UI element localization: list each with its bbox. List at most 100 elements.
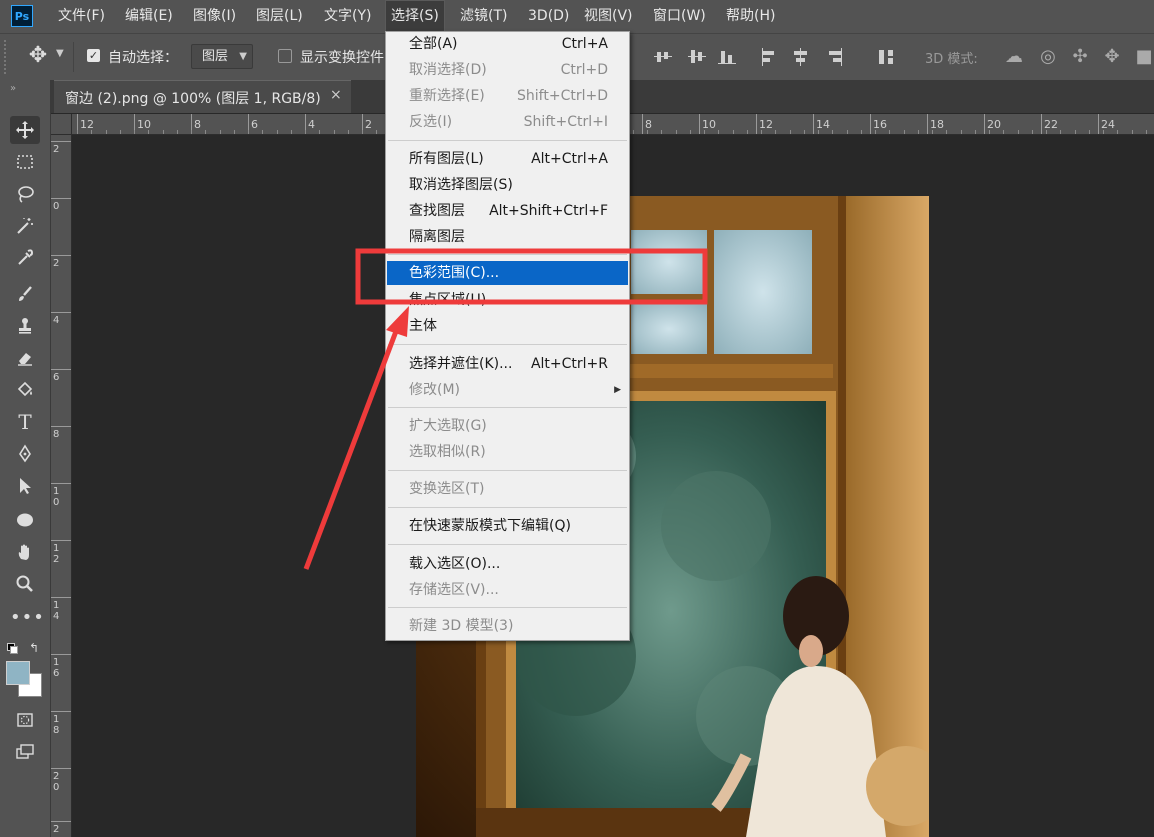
- ruler-minor-tick: [704, 130, 705, 134]
- clone-stamp-tool-icon[interactable]: [10, 312, 40, 340]
- menu-item-modify[interactable]: 修改(M) ▶: [387, 378, 628, 402]
- chevron-down-icon[interactable]: ▼: [56, 48, 64, 59]
- distribute-icon[interactable]: [876, 46, 898, 68]
- magic-wand-tool-icon[interactable]: [10, 212, 40, 240]
- move-tool-preset-icon[interactable]: ✥: [26, 44, 50, 68]
- menu-file[interactable]: 文件(F): [52, 0, 111, 33]
- ruler-minor-tick: [134, 130, 135, 134]
- marquee-tool-icon[interactable]: [10, 148, 40, 176]
- menu-item-grow[interactable]: 扩大选取(G): [387, 414, 628, 438]
- menu-view[interactable]: 视图(V): [578, 0, 639, 33]
- default-colors-icon[interactable]: [7, 643, 18, 654]
- vertical-ruler[interactable]: 2 0 2 4 6 8 10 12 14 16 18 20 2: [51, 135, 72, 837]
- ruler-minor-tick: [790, 130, 791, 134]
- menu-item-similar[interactable]: 选取相似(R): [387, 440, 628, 464]
- auto-select-checkbox[interactable]: ✓: [87, 49, 100, 62]
- menu-item-deselect[interactable]: 取消选择(D) Ctrl+D: [387, 58, 628, 82]
- tools-panel: » T ••• ↰: [0, 80, 51, 837]
- auto-select-target-dropdown[interactable]: 图层 ▼: [191, 44, 253, 69]
- hand-tool-icon[interactable]: [10, 538, 40, 566]
- ruler-minor-tick: [861, 130, 862, 134]
- menu-item-inverse[interactable]: 反选(I) Shift+Ctrl+I: [387, 110, 628, 134]
- ruler-label: 2: [53, 144, 60, 155]
- swap-colors-icon[interactable]: ↰: [29, 641, 39, 655]
- quick-mask-icon[interactable]: [10, 706, 40, 734]
- submenu-arrow-icon: ▶: [614, 385, 621, 395]
- menu-item-find-layers[interactable]: 查找图层 Alt+Shift+Ctrl+F: [387, 199, 628, 223]
- screen-mode-icon[interactable]: [10, 738, 40, 766]
- align-top-icon[interactable]: [652, 46, 674, 68]
- ruler-label: 2: [53, 824, 60, 835]
- collapse-panel-icon[interactable]: »: [10, 83, 16, 94]
- ruler-minor-tick: [148, 130, 149, 134]
- ruler-label: 12: [53, 543, 60, 565]
- path-selection-tool-icon[interactable]: [10, 472, 40, 500]
- ruler-minor-tick: [718, 130, 719, 134]
- ruler-minor-tick: [633, 130, 634, 134]
- eraser-tool-icon[interactable]: [10, 344, 40, 372]
- ruler-minor-tick: [1060, 130, 1061, 134]
- foreground-color-swatch[interactable]: [6, 661, 30, 685]
- menu-image[interactable]: 图像(I): [187, 0, 242, 33]
- dropdown-value: 图层: [202, 49, 229, 64]
- menu-separator: [388, 254, 627, 255]
- slide-3d-icon[interactable]: ✥: [1101, 46, 1123, 68]
- ruler-origin[interactable]: [51, 114, 72, 135]
- close-icon[interactable]: ×: [330, 87, 342, 103]
- menu-type[interactable]: 文字(Y): [318, 0, 377, 33]
- scale-3d-icon[interactable]: ■: [1133, 46, 1154, 68]
- menu-item-save-selection[interactable]: 存储选区(V)...: [387, 578, 628, 602]
- menu-layer[interactable]: 图层(L): [250, 0, 309, 33]
- ruler-minor-tick: [961, 130, 962, 134]
- brush-tool-icon[interactable]: [10, 280, 40, 308]
- ellipse-tool-icon[interactable]: [10, 506, 40, 534]
- menu-select[interactable]: 选择(S): [385, 0, 445, 33]
- drag-3d-icon[interactable]: ✣: [1069, 46, 1091, 68]
- lasso-tool-icon[interactable]: [10, 180, 40, 208]
- ruler-minor-tick: [918, 130, 919, 134]
- ruler-label: 6: [251, 118, 258, 131]
- paint-bucket-tool-icon[interactable]: [10, 376, 40, 404]
- menu-item-load-selection[interactable]: 载入选区(O)...: [387, 552, 628, 576]
- more-tools-icon[interactable]: •••: [10, 604, 44, 632]
- show-transform-checkbox[interactable]: [278, 49, 292, 63]
- menu-item-subject[interactable]: 主体: [387, 314, 628, 338]
- menu-item-select-and-mask[interactable]: 选择并遮住(K)... Alt+Ctrl+R: [387, 352, 628, 376]
- ruler-minor-tick: [291, 130, 292, 134]
- menu-item-select-all[interactable]: 全部(A) Ctrl+A: [387, 32, 628, 56]
- menu-item-focus-area[interactable]: 焦点区域(U)...: [387, 288, 628, 312]
- align-right-icon[interactable]: [824, 46, 846, 68]
- menu-3d[interactable]: 3D(D): [522, 0, 575, 33]
- menu-item-isolate-layers[interactable]: 隔离图层: [387, 225, 628, 249]
- menu-item-new-3d-model[interactable]: 新建 3D 模型(3): [387, 614, 628, 638]
- menu-item-color-range[interactable]: 色彩范围(C)...: [387, 261, 628, 285]
- menu-item-all-layers[interactable]: 所有图层(L) Alt+Ctrl+A: [387, 147, 628, 171]
- move-tool-icon[interactable]: [10, 116, 40, 144]
- ruler-label: 2: [53, 258, 60, 269]
- orbit-3d-icon[interactable]: ☁: [1003, 46, 1025, 68]
- ruler-minor-tick: [1018, 130, 1019, 134]
- show-transform-label: 显示变换控件: [300, 50, 384, 66]
- align-left-icon[interactable]: [758, 46, 780, 68]
- pen-tool-icon[interactable]: [10, 440, 40, 468]
- menu-item-transform-selection[interactable]: 变换选区(T): [387, 477, 628, 501]
- zoom-tool-icon[interactable]: [10, 570, 40, 598]
- eyedropper-tool-icon[interactable]: [10, 244, 40, 272]
- roll-3d-icon[interactable]: ◎: [1037, 46, 1059, 68]
- menu-help[interactable]: 帮助(H): [720, 0, 781, 33]
- align-hcenter-icon[interactable]: [790, 46, 812, 68]
- ruler-minor-tick: [1003, 130, 1004, 134]
- menu-item-deselect-layers[interactable]: 取消选择图层(S): [387, 173, 628, 197]
- align-bottom-icon[interactable]: [716, 46, 738, 68]
- align-vcenter-icon[interactable]: [686, 46, 708, 68]
- document-tab[interactable]: 窗边 (2).png @ 100% (图层 1, RGB/8) ×: [54, 80, 351, 113]
- panel-grip[interactable]: [4, 40, 12, 74]
- menu-edit[interactable]: 编辑(E): [119, 0, 179, 33]
- menu-item-quick-mask[interactable]: 在快速蒙版模式下编辑(Q): [387, 514, 628, 538]
- type-tool-icon[interactable]: T: [10, 408, 40, 436]
- menu-filter[interactable]: 滤镜(T): [454, 0, 513, 33]
- menu-item-reselect[interactable]: 重新选择(E) Shift+Ctrl+D: [387, 84, 628, 108]
- menu-separator: [388, 407, 627, 408]
- menu-window[interactable]: 窗口(W): [647, 0, 712, 33]
- ruler-minor-tick: [334, 130, 335, 134]
